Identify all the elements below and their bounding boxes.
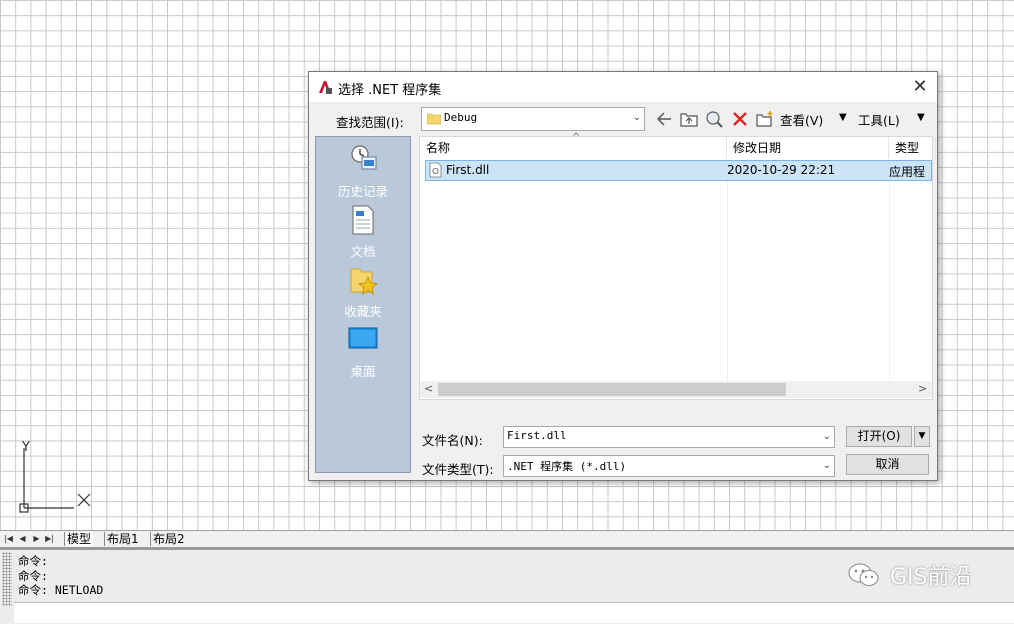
command-line: 命令: — [18, 568, 48, 583]
tools-menu-button[interactable]: 工具(L) — [858, 110, 900, 129]
place-history-label: 历史记录 — [337, 184, 388, 199]
document-icon — [352, 205, 374, 235]
new-folder-icon[interactable] — [755, 109, 775, 129]
horizontal-scrollbar[interactable]: < > — [420, 381, 932, 398]
command-line: 命令: — [18, 554, 48, 568]
history-icon — [351, 145, 377, 170]
file-modified-cell: 2020-10-29 22:21 — [727, 163, 836, 177]
scroll-left-icon[interactable]: < — [424, 382, 433, 395]
view-dropdown-arrow[interactable]: ▼ — [839, 112, 847, 123]
scroll-right-icon[interactable]: > — [918, 382, 927, 395]
place-favorites-label: 收藏夹 — [344, 304, 382, 319]
dll-file-icon — [429, 162, 442, 178]
column-separator — [889, 159, 890, 381]
command-history: 命令: 命令: 命令: NETLOAD — [18, 554, 103, 598]
tab-layout2[interactable]: 布局2 — [150, 532, 187, 546]
tab-layout1[interactable]: 布局1 — [104, 532, 141, 546]
file-type-cell: 应用程 — [889, 165, 926, 179]
filetype-label: 文件类型(T): — [422, 462, 494, 477]
open-dropdown-button[interactable]: ▼ — [914, 426, 930, 447]
filename-label: 文件名(N): — [422, 433, 483, 448]
ucs-y-label: Y — [22, 440, 30, 455]
command-input[interactable] — [14, 602, 1014, 623]
first-tab-icon[interactable]: |◀ — [3, 533, 14, 545]
folder-icon — [427, 113, 441, 125]
place-favorites[interactable] — [316, 265, 410, 298]
place-documents-label: 文档 — [350, 244, 376, 259]
file-list[interactable]: 名称 ^ 修改日期 类型 First.dll 2020-10-29 22:21 … — [419, 132, 936, 400]
open-button[interactable]: 打开(O) — [846, 426, 912, 447]
view-menu-button[interactable]: 查看(V) — [780, 110, 823, 129]
dialog-titlebar[interactable]: 选择 .NET 程序集 ✕ — [309, 72, 937, 102]
filetype-select[interactable]: .NET 程序集 (*.dll) ⌄ — [503, 455, 835, 477]
filename-input[interactable]: First.dll ⌄ — [503, 426, 835, 448]
favorites-icon — [350, 268, 379, 295]
close-button[interactable]: ✕ — [909, 76, 931, 98]
prev-tab-icon[interactable]: ◀ — [17, 533, 28, 545]
look-in-select[interactable]: Debug ⌄ — [421, 107, 645, 131]
search-web-icon[interactable] — [704, 109, 724, 129]
back-icon[interactable] — [654, 109, 674, 129]
watermark-text: GIS前沿 — [890, 565, 972, 590]
desktop-icon — [348, 327, 378, 349]
chevron-down-icon: ⌄ — [632, 112, 641, 123]
place-history[interactable] — [316, 143, 410, 176]
up-folder-icon[interactable] — [679, 109, 699, 129]
layout-tab-bar: |◀ ◀ ▶ ▶| 模型 布局1 布局2 — [0, 530, 1014, 547]
scrollbar-thumb[interactable] — [438, 383, 786, 396]
tab-model[interactable]: 模型 — [64, 532, 94, 546]
next-tab-icon[interactable]: ▶ — [31, 533, 42, 545]
column-header-modified[interactable]: 修改日期 — [727, 137, 889, 159]
cancel-button[interactable]: 取消 — [846, 454, 929, 475]
command-line: 命令: NETLOAD — [18, 583, 104, 597]
wechat-icon — [848, 563, 879, 586]
watermark: GIS前沿 — [846, 560, 972, 590]
column-header-type[interactable]: 类型 — [889, 137, 936, 159]
look-in-value: Debug — [444, 111, 478, 124]
chevron-down-icon[interactable]: ⌄ — [823, 431, 831, 442]
places-bar: 历史记录 文档 收藏夹 桌面 — [315, 136, 411, 473]
sort-arrow-icon: ^ — [572, 132, 581, 143]
filetype-value: .NET 程序集 (*.dll) — [507, 460, 627, 473]
column-separator — [727, 159, 728, 381]
autocad-icon — [317, 79, 333, 95]
file-row-first-dll[interactable]: First.dll 2020-10-29 22:21 应用程 — [425, 160, 932, 181]
command-window-grip[interactable] — [2, 552, 12, 606]
delete-icon[interactable] — [730, 109, 750, 129]
filename-value: First.dll — [507, 429, 567, 442]
dialog-title: 选择 .NET 程序集 — [338, 83, 442, 98]
place-documents[interactable] — [316, 205, 410, 238]
look-in-label: 查找范围(I): — [336, 115, 404, 130]
place-desktop-label: 桌面 — [350, 364, 376, 379]
place-desktop[interactable] — [316, 325, 410, 356]
select-assembly-dialog: 选择 .NET 程序集 ✕ 查找范围(I): Debug ⌄ 查看(V) ▼ 工… — [308, 71, 938, 481]
chevron-down-icon: ⌄ — [822, 460, 831, 471]
last-tab-icon[interactable]: ▶| — [44, 533, 55, 545]
tools-dropdown-arrow[interactable]: ▼ — [917, 112, 925, 123]
file-name-cell: First.dll — [446, 163, 490, 177]
